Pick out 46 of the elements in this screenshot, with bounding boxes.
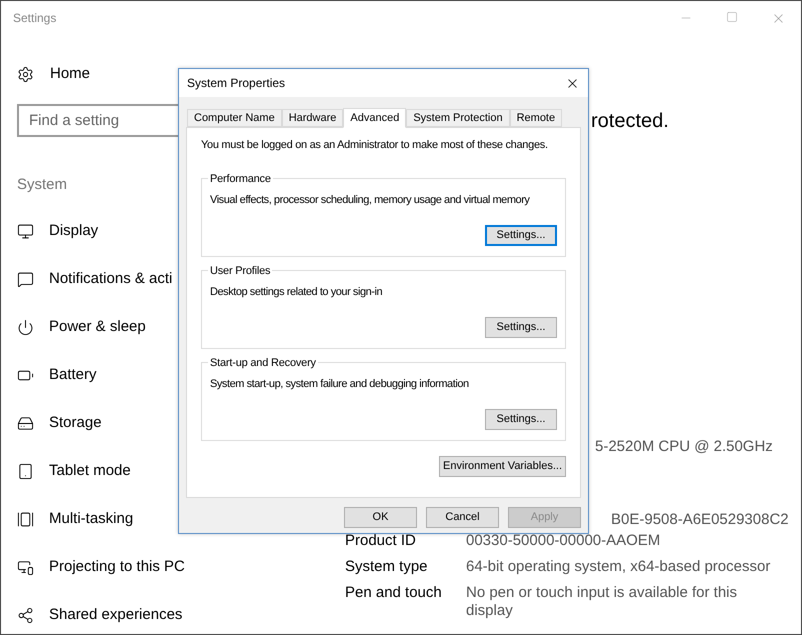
tablet-icon [17, 463, 34, 480]
nav-item[interactable]: Shared experiences [49, 604, 182, 627]
nav-item[interactable]: Projecting to this PC [49, 556, 185, 579]
spec-label: Product ID [345, 532, 417, 550]
heading-text: rotected. [591, 110, 669, 132]
tab[interactable]: Remote [510, 109, 562, 127]
power-icon [17, 319, 34, 336]
dialog-title: System Properties [187, 75, 286, 92]
nav-item[interactable]: Tablet mode [49, 460, 131, 483]
speech-bubble-icon [17, 271, 34, 288]
tab[interactable]: Computer Name [187, 109, 282, 127]
nav-item[interactable]: Multi-tasking [49, 508, 134, 531]
drive-icon [17, 415, 34, 432]
nav-item[interactable]: Storage [49, 412, 102, 435]
screens-icon [17, 559, 34, 576]
nav-item[interactable]: Display [49, 220, 98, 243]
settings-button[interactable]: Settings... [485, 316, 557, 338]
nav-item[interactable]: Power & sleep [49, 316, 146, 339]
spec-value: No pen or touch input is available for this display [466, 584, 738, 620]
notice-text: You must be logged on as an Administrator to make most of these changes. [201, 138, 549, 153]
group-description: System start-up, system failure and debugging information [210, 376, 470, 392]
environment-variables-button[interactable]: Environment Variables... [439, 456, 566, 476]
spec-value: B0E-9508-A6E0529308C2 [611, 511, 789, 528]
dialog-button[interactable]: Cancel [426, 507, 499, 528]
spec-value: 5-2520M CPU @ 2.50GHz [595, 438, 773, 455]
spec-label: System type [345, 558, 429, 576]
dialog-button[interactable]: OK [344, 507, 417, 528]
windows-icon [17, 511, 34, 528]
group-description: Visual effects, processor scheduling, memory usage and virtual memory [210, 192, 531, 208]
monitor-icon [17, 223, 34, 240]
window-title: Settings [13, 10, 56, 27]
tab[interactable]: Hardware [282, 109, 344, 127]
spec-value: 00330-50000-00000-AAOEM [466, 532, 662, 550]
gear-icon [17, 66, 34, 82]
group-description: Desktop settings related to your sign-in [210, 284, 384, 300]
spec-label: Pen and touch [345, 584, 443, 603]
nav-item[interactable]: Battery [49, 364, 97, 387]
nav-item[interactable]: Notifications & acti [49, 268, 172, 291]
share-icon [17, 607, 34, 624]
section-heading: System [17, 175, 68, 195]
settings-button[interactable]: Settings... [485, 224, 557, 246]
tab[interactable]: System Protection [406, 109, 510, 127]
settings-button[interactable]: Settings... [485, 408, 557, 430]
tab[interactable]: Advanced [343, 108, 406, 128]
home-link[interactable]: Home [50, 62, 90, 86]
spec-value: 64-bit operating system, x64-based processor [466, 558, 772, 576]
